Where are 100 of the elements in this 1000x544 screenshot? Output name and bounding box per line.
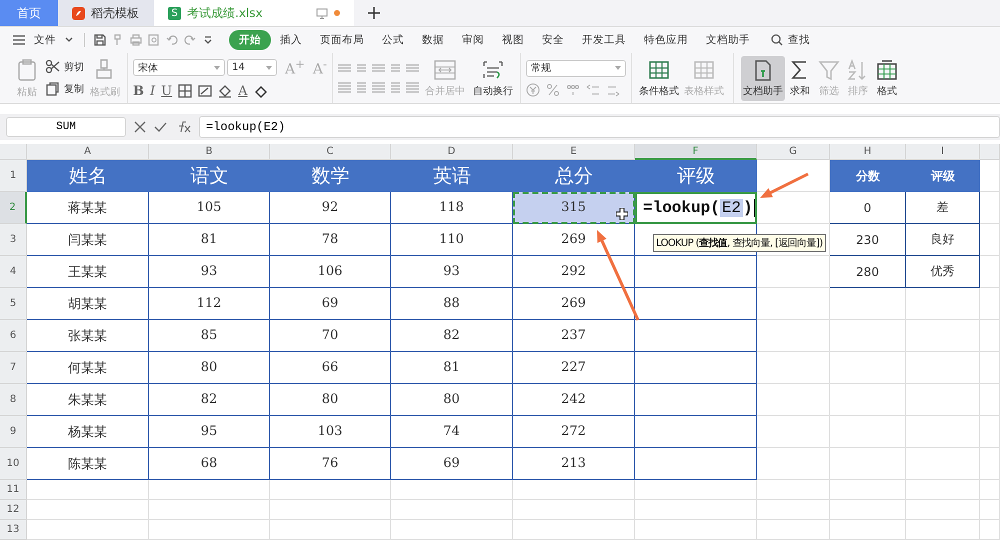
column-header[interactable]: E — [513, 144, 635, 160]
number-format-dropdown[interactable]: 常规 — [526, 60, 626, 76]
column-header[interactable]: H — [830, 144, 906, 160]
row-header[interactable]: 11 — [0, 480, 27, 500]
ribbon-tab[interactable]: 文档助手 — [697, 31, 759, 49]
row-header[interactable]: 10 — [0, 448, 27, 480]
eraser-icon[interactable] — [254, 84, 268, 98]
column-header[interactable]: F — [635, 144, 757, 160]
font-color-button[interactable]: A — [238, 84, 248, 99]
thousands-separator-icon[interactable] — [566, 82, 580, 96]
ribbon-tab[interactable]: 公式 — [373, 31, 413, 49]
header-cell: 评级 — [635, 160, 757, 192]
header-cell: 英语 — [391, 160, 513, 192]
row-header[interactable]: 5 — [0, 288, 27, 320]
fill-color-icon[interactable] — [198, 84, 212, 98]
ribbon-tab[interactable]: 数据 — [413, 31, 453, 49]
confirm-icon[interactable] — [154, 121, 167, 133]
font-size-dropdown[interactable]: 14 — [227, 59, 277, 76]
table-cell: 95 — [149, 416, 270, 448]
undo-icon[interactable] — [166, 34, 178, 46]
row-header[interactable]: 2 — [0, 192, 27, 224]
table-cell: 杨某某 — [27, 416, 149, 448]
header-cell: 姓名 — [27, 160, 149, 192]
row-header[interactable]: 7 — [0, 352, 27, 384]
wrap-text-button[interactable]: 自动换行 — [470, 56, 515, 100]
table-cell: 76 — [270, 448, 391, 480]
search-button[interactable]: 查找 — [759, 31, 819, 49]
column-header[interactable]: I — [906, 144, 980, 160]
row-header[interactable]: 13 — [0, 520, 27, 540]
table-cell: 103 — [270, 416, 391, 448]
table-cell: 78 — [270, 224, 391, 256]
column-header[interactable]: G — [757, 144, 830, 160]
row-header[interactable]: 3 — [0, 224, 27, 256]
doc-assistant-button[interactable]: 文档助手 — [740, 56, 785, 100]
document-tab[interactable]: 稻壳模板 — [58, 0, 154, 26]
redo-icon[interactable] — [184, 34, 196, 46]
cancel-icon[interactable] — [134, 121, 146, 133]
table-icon — [874, 58, 899, 80]
row-header[interactable]: 12 — [0, 500, 27, 520]
ribbon-tab[interactable]: 开发工具 — [573, 31, 635, 49]
copy-icon — [45, 81, 61, 97]
cut-button[interactable]: 剪切 — [45, 59, 84, 75]
percent-icon[interactable] — [546, 82, 560, 96]
bold-button[interactable]: B — [133, 84, 144, 99]
align-icon[interactable] — [338, 81, 351, 93]
conditional-format-button[interactable]: 条件格式 — [636, 56, 681, 100]
arrow — [760, 172, 809, 198]
header-cell: 数学 — [270, 160, 391, 192]
row-header[interactable]: 9 — [0, 416, 27, 448]
dropdown-arrow-icon — [214, 66, 220, 70]
ribbon-tab[interactable]: 特色应用 — [635, 31, 697, 49]
dropdown-arrow-icon — [266, 66, 272, 70]
table-cell: 242 — [513, 384, 635, 416]
paint-bucket-icon[interactable] — [218, 84, 232, 98]
cell-editor[interactable]: =lookup(E2) — [635, 192, 757, 224]
document-tab[interactable]: S 考试成绩.xlsx — [154, 0, 354, 26]
file-menu[interactable]: 文件 — [32, 33, 58, 47]
save-icon[interactable] — [94, 34, 106, 46]
ribbon-tab[interactable]: 开始 — [229, 30, 271, 50]
row-header[interactable]: 4 — [0, 256, 27, 288]
ribbon-tab[interactable]: 安全 — [533, 31, 573, 49]
ribbon-tab[interactable]: 视图 — [493, 31, 533, 49]
customize-icon[interactable] — [202, 34, 214, 46]
currency-icon[interactable] — [526, 82, 540, 96]
table-icon — [692, 58, 716, 80]
table-cell: 69 — [391, 448, 513, 480]
table-cell: 差 — [906, 192, 980, 224]
ribbon-tab[interactable]: 审阅 — [453, 31, 493, 49]
print-preview-icon[interactable] — [148, 34, 160, 46]
increase-decimal-icon[interactable] — [586, 82, 600, 96]
row-header[interactable]: 6 — [0, 320, 27, 352]
copy-button[interactable]: 复制 — [45, 81, 84, 97]
align-icon[interactable] — [406, 81, 419, 93]
row-header[interactable]: 1 — [0, 160, 27, 192]
align-icon[interactable] — [372, 81, 385, 93]
table-cell: 81 — [391, 352, 513, 384]
underline-button[interactable]: U — [161, 84, 172, 99]
align-icon[interactable] — [354, 81, 368, 93]
print-icon[interactable] — [130, 34, 142, 46]
document-tab[interactable]: 首页 — [0, 0, 58, 26]
column-header[interactable]: B — [149, 144, 270, 160]
name-box[interactable]: SUM — [6, 117, 126, 137]
ribbon-tab[interactable]: 插入 — [271, 31, 311, 49]
align-icon[interactable] — [388, 81, 402, 93]
table-cell: 68 — [149, 448, 270, 480]
menu-icon[interactable] — [13, 35, 25, 45]
table-cell: 315 — [513, 192, 635, 224]
font-name-dropdown[interactable]: 宋体 — [133, 59, 225, 76]
ribbon-tab[interactable]: 页面布局 — [311, 31, 373, 49]
new-tab-icon[interactable] — [368, 7, 380, 19]
italic-button[interactable]: I — [150, 84, 156, 99]
chevron-down-icon[interactable] — [65, 37, 73, 43]
row-header[interactable]: 8 — [0, 384, 27, 416]
column-header[interactable]: C — [270, 144, 391, 160]
sum-button[interactable]: 求和 — [786, 56, 814, 100]
formula-field[interactable]: =lookup(E2) — [199, 116, 1000, 138]
column-header[interactable]: A — [27, 144, 149, 160]
borders-icon[interactable] — [178, 84, 192, 98]
format-button[interactable]: 格式 — [872, 56, 901, 100]
column-header[interactable]: D — [391, 144, 513, 160]
